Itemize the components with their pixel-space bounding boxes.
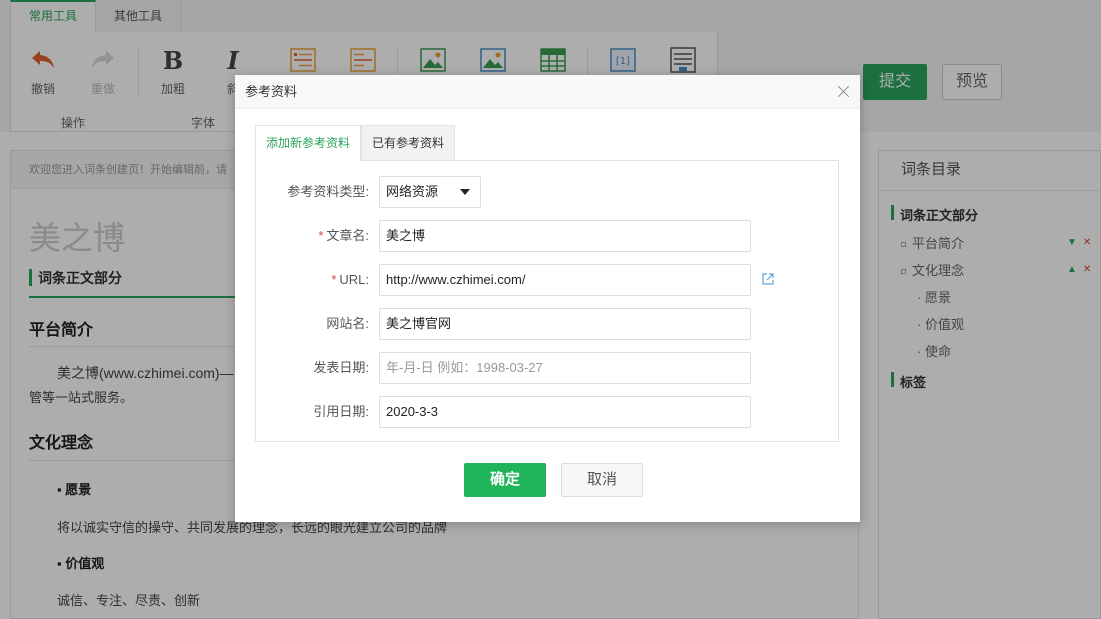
- row-site-name: 网站名: 美之博官网: [256, 308, 840, 340]
- label-publish-date: 发表日期:: [313, 360, 369, 375]
- cite-date-input[interactable]: 2020-3-3: [379, 396, 751, 428]
- tab-add-new-reference[interactable]: 添加新参考资料: [255, 125, 362, 161]
- dialog-tabs: 添加新参考资料 已有参考资料: [255, 125, 456, 161]
- dialog-title: 参考资料: [245, 84, 298, 99]
- row-publish-date: 发表日期: 年-月-日 例如：1998-03-27: [256, 352, 840, 384]
- cancel-button[interactable]: 取消: [561, 463, 643, 497]
- confirm-button[interactable]: 确定: [464, 463, 546, 497]
- url-input[interactable]: http://www.czhimei.com/: [379, 264, 751, 296]
- row-article-name: * 文章名: 美之博: [256, 220, 840, 252]
- publish-date-input[interactable]: 年-月-日 例如：1998-03-27: [379, 352, 751, 384]
- row-cite-date: 引用日期: 2020-3-3: [256, 396, 840, 428]
- tab-existing-references[interactable]: 已有参考资料: [361, 125, 456, 161]
- reference-form: 参考资料类型: 网络资源 * 文章名: 美之博 * URL: http://www.…: [255, 160, 839, 442]
- reference-type-select[interactable]: 网络资源: [379, 176, 481, 208]
- caret-down-icon: [460, 189, 470, 195]
- reference-dialog: 参考资料 添加新参考资料 已有参考资料 参考资料类型: 网络资源 * 文章名: 美…: [235, 75, 860, 522]
- site-name-input[interactable]: 美之博官网: [379, 308, 751, 340]
- label-url: * URL:: [331, 272, 369, 287]
- open-link-icon[interactable]: [761, 272, 775, 286]
- label-reference-type: 参考资料类型:: [287, 184, 369, 199]
- article-name-input[interactable]: 美之博: [379, 220, 751, 252]
- row-reference-type: 参考资料类型: 网络资源: [256, 176, 840, 208]
- label-article-name: * 文章名:: [318, 228, 369, 243]
- label-cite-date: 引用日期:: [313, 404, 369, 419]
- dialog-header: 参考资料: [235, 75, 860, 109]
- close-icon[interactable]: [834, 75, 852, 109]
- label-site-name: 网站名:: [326, 316, 369, 331]
- row-url: * URL: http://www.czhimei.com/: [256, 264, 840, 296]
